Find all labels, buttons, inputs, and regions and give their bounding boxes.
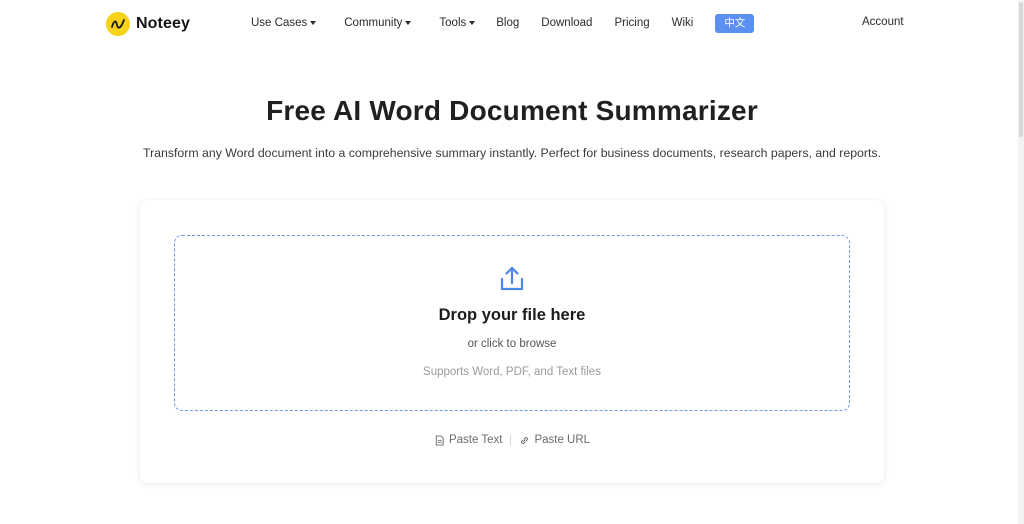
top-navbar: Noteey Use Cases Community Tools Blog Do… <box>0 0 1024 46</box>
upload-card: Drop your file here or click to browse S… <box>140 200 884 483</box>
scrollbar-thumb[interactable] <box>1019 2 1023 137</box>
brand-logo[interactable]: Noteey <box>106 11 190 37</box>
nav-use-cases-label: Use Cases <box>251 17 308 29</box>
paste-url-label: Paste URL <box>534 434 591 446</box>
nav-community[interactable]: Community <box>344 17 412 29</box>
language-switch-button[interactable]: 中文 <box>715 13 755 33</box>
nav-download[interactable]: Download <box>541 17 592 29</box>
browse-hint: or click to browse <box>467 338 557 350</box>
page-scrollbar[interactable] <box>1018 0 1024 524</box>
main-nav: Use Cases Community Tools Blog Download … <box>251 13 755 33</box>
nav-wiki[interactable]: Wiki <box>672 17 694 29</box>
nav-blog[interactable]: Blog <box>496 17 519 29</box>
nav-use-cases[interactable]: Use Cases <box>251 17 317 29</box>
nav-pricing[interactable]: Pricing <box>614 17 649 29</box>
paste-text-button[interactable]: Paste Text <box>434 434 503 446</box>
file-dropzone[interactable]: Drop your file here or click to browse S… <box>174 235 850 411</box>
paste-text-label: Paste Text <box>448 434 503 446</box>
input-options: Paste Text Paste URL <box>140 432 884 448</box>
page: Noteey Use Cases Community Tools Blog Do… <box>0 0 1024 524</box>
noteey-logo-icon <box>106 12 130 36</box>
account-link[interactable]: Account <box>862 16 904 28</box>
brand-name: Noteey <box>136 15 190 32</box>
link-icon <box>521 436 529 444</box>
paste-url-button[interactable]: Paste URL <box>519 434 590 446</box>
chevron-down-icon <box>405 21 412 25</box>
nav-tools-label: Tools <box>439 17 467 29</box>
page-title: Free AI Word Document Summarizer <box>266 95 758 126</box>
dropzone-title: Drop your file here <box>438 306 586 324</box>
supported-formats-note: Supports Word, PDF, and Text files <box>423 366 601 378</box>
nav-tools[interactable]: Tools <box>439 17 476 29</box>
upload-icon <box>500 266 524 291</box>
nav-community-label: Community <box>344 17 403 29</box>
document-icon <box>435 434 444 446</box>
chevron-down-icon <box>310 21 317 25</box>
action-divider <box>510 434 512 446</box>
page-subtitle: Transform any Word document into a compr… <box>143 146 881 160</box>
chevron-down-icon <box>469 21 476 25</box>
